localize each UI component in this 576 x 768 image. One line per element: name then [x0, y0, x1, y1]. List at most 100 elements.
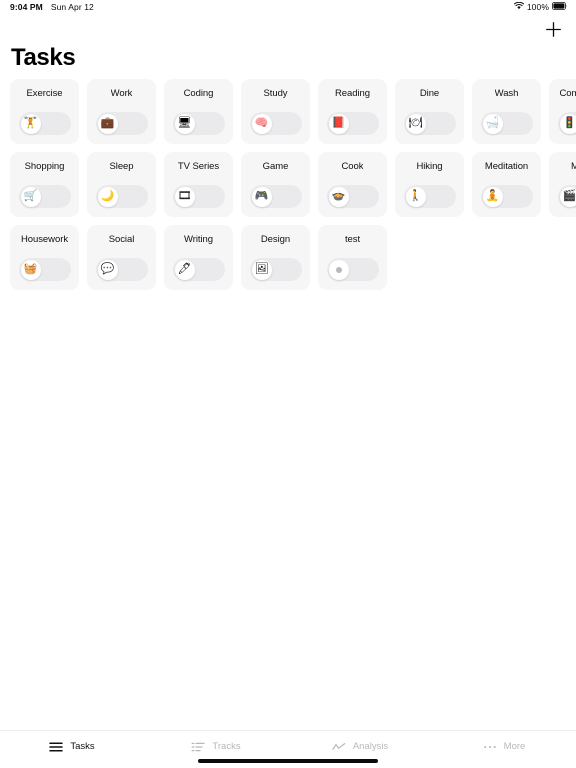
task-card-label: test [344, 234, 361, 245]
task-card-label: Game [262, 161, 289, 172]
task-grid: Exercise 🏋 Work 💼 Coding 🖥 Study 🧠 Reading 📕 Dine 🍽… [0, 79, 576, 290]
task-card[interactable]: Social 💬 [87, 225, 156, 290]
task-card[interactable]: Exercise 🏋 [10, 79, 79, 144]
task-card[interactable]: Cook 🍲 [318, 152, 387, 217]
task-card-label: Housework [20, 234, 69, 245]
task-toggle[interactable]: 🎮 [250, 185, 302, 208]
list-icon [191, 740, 206, 753]
tab-tracks[interactable]: Tracks [144, 740, 288, 753]
picture-frame-icon: 🖼 [251, 259, 272, 280]
task-toggle[interactable]: 🚦 [558, 112, 576, 135]
default-dot-glyph [335, 266, 342, 273]
task-card[interactable]: Housework 🧺 [10, 225, 79, 290]
book-icon: 📕 [328, 113, 349, 134]
task-card[interactable]: Shopping 🛒 [10, 152, 79, 217]
task-card-label: TV Series [177, 161, 220, 172]
shopping-cart-icon: 🛒 [20, 186, 41, 207]
task-toggle[interactable]: 🛁 [481, 112, 533, 135]
task-card[interactable]: Writing 🖊 [164, 225, 233, 290]
washing-machine-icon: 🧺 [20, 259, 41, 280]
task-card[interactable]: Meditation 🧘 [472, 152, 541, 217]
task-card-label: Reading [334, 88, 371, 99]
dumbbell-icon: 🏋 [20, 113, 41, 134]
task-toggle[interactable]: 🏋 [19, 112, 71, 135]
home-indicator [198, 759, 378, 763]
status-date: Sun Apr 12 [50, 2, 94, 12]
task-card-label: Wash [494, 88, 519, 99]
task-toggle[interactable]: 🎬 [558, 185, 576, 208]
task-toggle[interactable]: 🖊 [173, 258, 225, 281]
status-time: 9:04 PM [10, 2, 43, 12]
task-card[interactable]: Sleep 🌙 [87, 152, 156, 217]
task-card[interactable]: TV Series 🎞 [164, 152, 233, 217]
code-brackets-icon: 🖥 [174, 113, 195, 134]
task-card[interactable]: Commuting 🚦 [549, 79, 576, 144]
task-toggle[interactable]: 🚶 [404, 185, 456, 208]
task-toggle[interactable]: 🍽 [404, 112, 456, 135]
task-card-label: Writing [183, 234, 214, 245]
task-card-label: Coding [183, 88, 214, 99]
default-dot-icon [328, 259, 349, 280]
task-card[interactable]: Movie 🎬 [549, 152, 576, 217]
task-card-label: Dine [419, 88, 440, 99]
task-toggle[interactable]: 🎞 [173, 185, 225, 208]
task-card[interactable]: Wash 🛁 [472, 79, 541, 144]
task-card-label: Movie [570, 161, 576, 172]
task-toggle[interactable]: 📕 [327, 112, 379, 135]
task-card[interactable]: Work 💼 [87, 79, 156, 144]
task-toggle[interactable]: 🧠 [250, 112, 302, 135]
task-card[interactable]: Coding 🖥 [164, 79, 233, 144]
movie-frame-icon: 🎬 [559, 186, 576, 207]
crescent-moon-icon: 🌙 [97, 186, 118, 207]
task-toggle[interactable]: 🖼 [250, 258, 302, 281]
task-toggle[interactable] [327, 258, 379, 281]
task-card-label: Design [260, 234, 291, 245]
task-card-label: Exercise [26, 88, 63, 99]
pen-icon: 🖊 [174, 259, 195, 280]
task-card[interactable]: Dine 🍽 [395, 79, 464, 144]
task-card[interactable]: Design 🖼 [241, 225, 310, 290]
brain-icon: 🧠 [251, 113, 272, 134]
tab-label: More [503, 741, 526, 752]
add-task-button[interactable] [542, 18, 564, 40]
task-toggle[interactable]: 🧘 [481, 185, 533, 208]
hamburger-icon [49, 740, 64, 753]
task-toggle[interactable]: 🧺 [19, 258, 71, 281]
tab-label: Tracks [212, 741, 241, 752]
task-card-label: Social [108, 234, 135, 245]
task-card[interactable]: Reading 📕 [318, 79, 387, 144]
task-card[interactable]: Game 🎮 [241, 152, 310, 217]
hiker-icon: 🚶 [405, 186, 426, 207]
task-toggle[interactable]: 🖥 [173, 112, 225, 135]
chat-bubbles-icon: 💬 [97, 259, 118, 280]
briefcase-icon: 💼 [97, 113, 118, 134]
status-bar: 9:04 PM Sun Apr 12 100% [0, 0, 576, 14]
task-toggle[interactable]: 🌙 [96, 185, 148, 208]
bathtub-icon: 🛁 [482, 113, 503, 134]
tab-more[interactable]: More [432, 740, 576, 753]
task-card[interactable]: Hiking 🚶 [395, 152, 464, 217]
task-card[interactable]: Study 🧠 [241, 79, 310, 144]
traffic-light-icon: 🚦 [559, 113, 576, 134]
ellipsis-icon [483, 740, 497, 753]
plus-icon [545, 21, 561, 37]
tab-analysis[interactable]: Analysis [288, 740, 432, 753]
task-toggle[interactable]: 🛒 [19, 185, 71, 208]
cooking-pot-icon: 🍲 [328, 186, 349, 207]
tab-tasks[interactable]: Tasks [0, 740, 144, 753]
task-card-label: Hiking [416, 161, 443, 172]
task-toggle[interactable]: 🍲 [327, 185, 379, 208]
status-bar-left: 9:04 PM Sun Apr 12 [10, 2, 94, 12]
task-card-label: Sleep [109, 161, 134, 172]
task-card-label: Meditation [484, 161, 529, 172]
task-card[interactable]: test [318, 225, 387, 290]
task-card-label: Shopping [24, 161, 65, 172]
task-card-label: Commuting [559, 88, 576, 99]
task-card-label: Cook [341, 161, 364, 172]
task-toggle[interactable]: 💼 [96, 112, 148, 135]
film-strip-icon: 🎞 [174, 186, 195, 207]
line-chart-icon [332, 740, 346, 753]
task-toggle[interactable]: 💬 [96, 258, 148, 281]
navigation-bar [0, 14, 576, 42]
task-card-label: Study [263, 88, 288, 99]
